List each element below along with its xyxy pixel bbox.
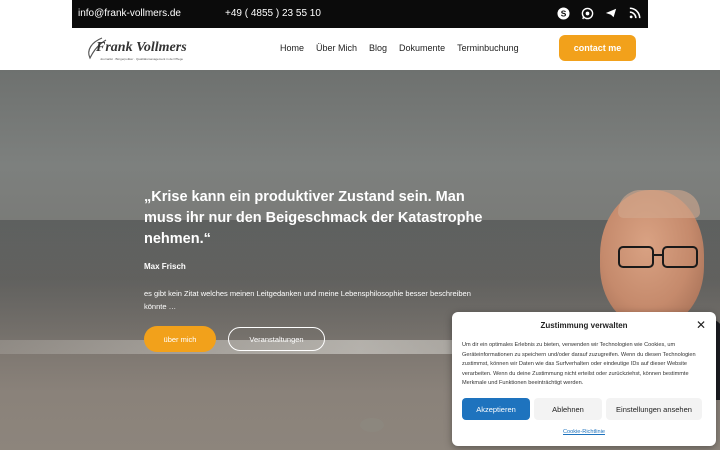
- logo[interactable]: Frank Vollmers Journalist · Bürgerpolike…: [84, 34, 194, 64]
- skype-icon[interactable]: S: [556, 6, 570, 20]
- social-icons: S: [556, 6, 642, 20]
- main-nav: Home Über Mich Blog Dokumente Terminbuch…: [280, 43, 519, 53]
- consent-buttons: Akzeptieren Ablehnen Einstellungen anseh…: [462, 398, 706, 420]
- about-me-button[interactable]: über mich: [144, 326, 216, 352]
- nav-booking[interactable]: Terminbuchung: [457, 43, 519, 53]
- phone-link[interactable]: +49 ( 4855 ) 23 55 10: [225, 8, 321, 19]
- logo-name: Frank Vollmers: [96, 40, 187, 55]
- rss-icon[interactable]: [628, 6, 642, 20]
- top-bar: info@frank-vollmers.de +49 ( 4855 ) 23 5…: [72, 0, 648, 28]
- events-button[interactable]: Veranstaltungen: [228, 327, 325, 351]
- contact-button[interactable]: contact me: [559, 35, 636, 61]
- consent-text: Um dir ein optimales Erlebnis zu bieten,…: [462, 342, 696, 387]
- glasses-icon: [610, 246, 706, 272]
- accept-button[interactable]: Akzeptieren: [462, 398, 530, 420]
- shell-on-sand: [360, 418, 384, 432]
- logo-tagline: Journalist · Bürgerpoliker · Qualitätsma…: [100, 57, 184, 61]
- hero-quote: „Krise kann ein produktiver Zustand sein…: [144, 189, 483, 247]
- close-icon[interactable]: ✕: [696, 318, 706, 332]
- telegram-icon[interactable]: [604, 6, 618, 20]
- settings-button[interactable]: Einstellungen ansehen: [606, 398, 702, 420]
- nav-documents[interactable]: Dokumente: [399, 43, 445, 53]
- quote-author: Max Frisch: [144, 262, 186, 271]
- nav-about[interactable]: Über Mich: [316, 43, 357, 53]
- email-link[interactable]: info@frank-vollmers.de: [78, 8, 181, 19]
- nav-home[interactable]: Home: [280, 43, 304, 53]
- whatsapp-icon[interactable]: [580, 6, 594, 20]
- svg-text:S: S: [560, 8, 566, 18]
- cookie-policy-link[interactable]: Cookie-Richtlinie: [452, 429, 716, 435]
- consent-title: Zustimmung verwalten: [540, 321, 628, 330]
- cookie-consent-dialog: Zustimmung verwalten ✕ Um dir ein optima…: [452, 312, 716, 446]
- nav-blog[interactable]: Blog: [369, 43, 387, 53]
- deny-button[interactable]: Ablehnen: [534, 398, 602, 420]
- hero-description: es gibt kein Zitat welches meinen Leitge…: [144, 289, 471, 311]
